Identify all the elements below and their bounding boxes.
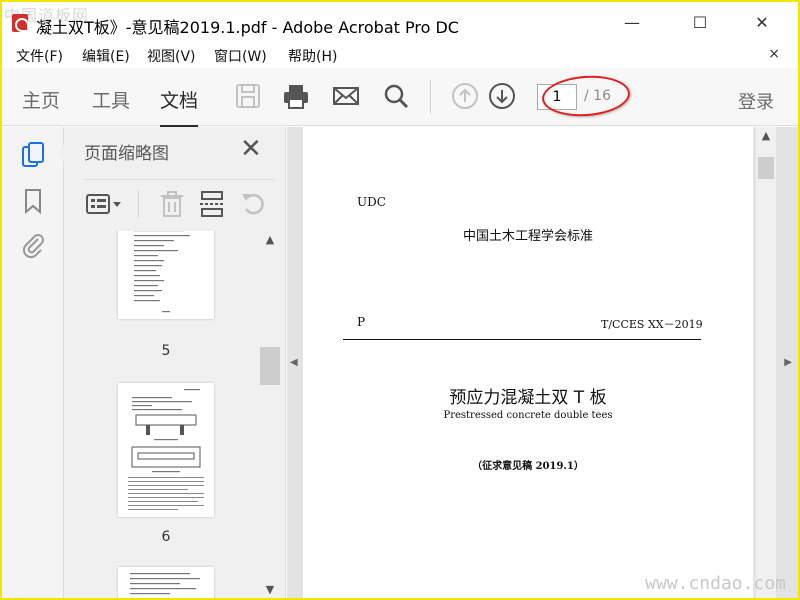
print-icon[interactable] — [282, 82, 310, 110]
options-menu-icon[interactable] — [84, 190, 124, 218]
attachment-icon[interactable] — [20, 231, 46, 259]
save-icon[interactable] — [234, 82, 262, 110]
thumbnail-page-number: 6 — [161, 529, 171, 545]
watermark-bottom-right: www.cndao.com — [645, 573, 786, 594]
menu-edit[interactable]: 编辑(E) — [82, 46, 130, 66]
doc-title-cn: 预应力混凝土双 T 板 — [449, 388, 607, 408]
document-scrollbar[interactable]: ▲ — [756, 127, 776, 598]
scroll-down-icon[interactable]: ▼ — [260, 583, 280, 596]
doc-organization: 中国土木工程学会标准 — [462, 229, 593, 244]
menu-window[interactable]: 窗口(W) — [214, 46, 267, 66]
document-scroll-thumb[interactable] — [758, 157, 774, 179]
main-toolbar: 主页 工具 文档 1 / 16 登录 — [2, 68, 798, 128]
thumbnail-page-number: 5 — [161, 343, 171, 359]
toolbar-separator — [430, 80, 431, 114]
doc-draft-note: （征求意见稿 2019.1） — [472, 461, 584, 472]
panel-toolbar — [84, 179, 274, 229]
rotate-page-icon[interactable] — [240, 190, 268, 218]
menu-file[interactable]: 文件(F) — [16, 46, 63, 66]
search-icon[interactable] — [382, 82, 410, 110]
extract-page-icon[interactable] — [198, 190, 226, 218]
thumbnail-page-7-preview — [130, 573, 200, 595]
tab-document[interactable]: 文档 — [160, 86, 199, 128]
login-button[interactable]: 登录 — [738, 88, 774, 114]
delete-page-icon[interactable] — [158, 190, 186, 218]
maximize-button[interactable]: ☐ — [680, 10, 720, 36]
menu-help[interactable]: 帮助(H) — [288, 46, 337, 66]
acrobat-app-icon — [12, 14, 29, 32]
panel-tools-separator — [138, 190, 139, 218]
highlight-annotation-ellipse — [540, 72, 632, 120]
thumbnail-page-6[interactable] — [118, 383, 214, 517]
doc-udc: UDC — [357, 195, 386, 209]
doc-category: P — [357, 315, 366, 329]
email-icon[interactable] — [332, 82, 360, 110]
close-window-button[interactable]: ✕ — [742, 10, 782, 36]
next-page-icon[interactable] — [488, 82, 516, 110]
thumbnail-page-7[interactable] — [118, 567, 214, 598]
page-thumbnails-panel: 页面缩略图 ✕ 5 6 ▲ ▼ — [56, 127, 286, 598]
menu-view[interactable]: 视图(V) — [147, 46, 196, 66]
tab-home[interactable]: 主页 — [22, 86, 60, 113]
thumbnail-list: 5 6 — [84, 231, 262, 598]
minimize-button[interactable]: — — [612, 10, 652, 36]
panel-title: 页面缩略图 — [84, 144, 169, 164]
page-thumbnails-icon[interactable] — [20, 141, 46, 169]
acrobat-window: 中国道板网 凝土双T板》-意见稿2019.1.pdf - Adobe Acrob… — [2, 2, 798, 598]
window-title: 凝土双T板》-意见稿2019.1.pdf - Adobe Acrobat Pro… — [36, 18, 459, 37]
panel-pointer — [56, 145, 64, 161]
document-page: UDC 中国土木工程学会标准 P T/CCES XX－2019 预应力混凝土双 … — [303, 127, 753, 598]
previous-page-icon[interactable] — [451, 82, 479, 110]
doc-standard-code: T/CCES XX－2019 — [601, 318, 703, 331]
thumbnail-scroll-thumb[interactable] — [260, 347, 280, 385]
doc-scroll-up-icon[interactable]: ▲ — [756, 129, 776, 142]
doc-divider — [343, 339, 701, 340]
close-document-button[interactable]: × — [768, 46, 780, 62]
doc-title-en: Prestressed concrete double tees — [443, 410, 613, 421]
menu-bar: 文件(F) 编辑(E) 视图(V) 窗口(W) 帮助(H) × — [2, 42, 798, 68]
navigation-rail — [2, 127, 64, 598]
bookmark-icon[interactable] — [20, 187, 46, 215]
thumbnail-page-5[interactable] — [118, 231, 214, 319]
thumbnail-page-6-preview — [128, 389, 204, 510]
close-panel-button[interactable]: ✕ — [240, 136, 262, 162]
scroll-up-icon[interactable]: ▲ — [260, 233, 280, 246]
title-bar: 中国道板网 凝土双T板》-意见稿2019.1.pdf - Adobe Acrob… — [2, 2, 798, 42]
tab-tools[interactable]: 工具 — [92, 86, 130, 113]
thumbnail-scrollbar[interactable]: ▲ ▼ — [260, 231, 280, 598]
collapse-left-pane-icon[interactable]: ◀ — [290, 357, 298, 368]
document-viewer[interactable]: ◀ UDC 中国土木工程学会标准 P T/CCES XX－2019 预应力混凝土… — [287, 127, 798, 598]
thumbnail-page-5-preview — [134, 231, 190, 313]
collapse-right-pane-icon[interactable]: ▶ — [784, 357, 792, 368]
